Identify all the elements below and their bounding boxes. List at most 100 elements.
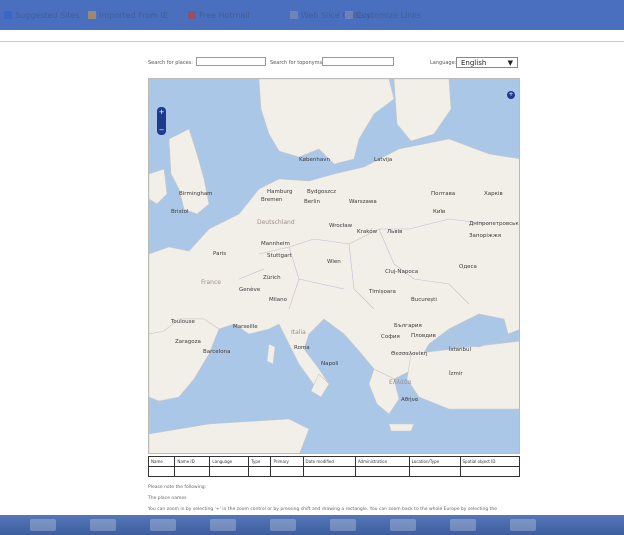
map-label: Wrocław: [329, 223, 353, 229]
column-header: Date modified: [302, 456, 356, 467]
bookmark-label: Free Hotmail: [199, 10, 250, 20]
notes-section: Please note the following: The place nam…: [148, 482, 528, 515]
map-label: София: [381, 334, 400, 340]
page-icon: [345, 11, 353, 19]
map-label: Київ: [433, 209, 446, 215]
column-header: Language: [209, 456, 250, 467]
map-label: Latvija: [374, 157, 393, 163]
map-label: Αθήνα: [401, 397, 419, 403]
taskbar-button[interactable]: [150, 519, 176, 531]
toponyms-search-label: Search for toponyms:: [270, 60, 324, 66]
map-label: Пловдив: [411, 333, 436, 339]
map-view[interactable]: + − + København Latvija Hamburg Bremen B…: [148, 78, 520, 454]
map-label: Одеса: [459, 264, 477, 270]
map-label: Toulouse: [171, 319, 195, 325]
map-label: Paris: [213, 251, 227, 257]
page-icon: [290, 11, 298, 19]
map-label: Kraków: [357, 229, 378, 235]
taskbar-button[interactable]: [90, 519, 116, 531]
column-header: Administration: [354, 456, 410, 467]
map-label: България: [394, 323, 422, 329]
bookmark-label: Suggested Sites: [15, 10, 80, 20]
taskbar-button[interactable]: [390, 519, 416, 531]
column-header: Name ID: [174, 456, 211, 467]
notes-heading: Please note the following:: [148, 485, 207, 490]
map-label: Bristol: [171, 209, 189, 215]
language-select[interactable]: English ▼: [456, 57, 518, 68]
map-label: Italia: [291, 329, 306, 336]
map-label: Roma: [294, 345, 310, 351]
search-toolbar: Search for places: Search for toponyms: …: [148, 57, 520, 69]
map-label: Полтава: [431, 191, 456, 197]
map-label: Genève: [239, 287, 261, 293]
places-search-input[interactable]: [196, 57, 266, 66]
map-label: Berlin: [304, 199, 320, 205]
header-divider: [0, 41, 624, 42]
map-label: Deutschland: [257, 219, 295, 226]
taskbar-button[interactable]: [510, 519, 536, 531]
taskbar: [0, 515, 624, 535]
map-label: Θεσσαλονίκη: [391, 351, 428, 357]
bookmark-free-hotmail[interactable]: Free Hotmail: [188, 10, 250, 20]
toponyms-search-input[interactable]: [322, 57, 394, 66]
column-header: Primary: [270, 456, 304, 467]
taskbar-button[interactable]: [270, 519, 296, 531]
column-header: Location/Type: [408, 456, 461, 467]
language-label: Language:: [430, 60, 457, 66]
layer-switcher-button[interactable]: +: [507, 91, 515, 99]
language-selected-value: English: [461, 58, 487, 67]
column-header: Type: [248, 456, 272, 467]
map-label: Barcelona: [203, 349, 231, 355]
map-label: France: [201, 279, 221, 286]
table-row: [147, 466, 520, 477]
map-label: Hamburg: [267, 189, 293, 195]
taskbar-button[interactable]: [450, 519, 476, 531]
places-search-label: Search for places:: [148, 60, 193, 66]
column-header: Spatial object ID: [459, 456, 520, 467]
ie-page-icon: [4, 11, 12, 19]
taskbar-button[interactable]: [210, 519, 236, 531]
map-label: Warszawa: [349, 199, 377, 205]
map-label: Ελλάδα: [389, 379, 412, 386]
bookmark-imported-from-ie[interactable]: Imported From IE: [88, 10, 168, 20]
zoom-control: + −: [157, 107, 166, 135]
map-label: Запоріжжя: [469, 233, 502, 239]
map-label: Дніпропетровськ: [469, 221, 519, 227]
map-label: Cluj-Napoca: [385, 269, 419, 275]
map-label: București: [411, 297, 437, 303]
map-label: Stuttgart: [267, 253, 292, 259]
map-label: İstanbul: [449, 347, 472, 353]
zoom-in-button[interactable]: +: [159, 108, 165, 116]
bookmarks-bar: Suggested Sites Imported From IE Free Ho…: [0, 0, 624, 30]
folder-icon: [88, 11, 96, 19]
table-header-row: Name Name ID Language Type Primary Date …: [147, 456, 520, 467]
chevron-down-icon: ▼: [507, 58, 513, 67]
taskbar-button[interactable]: [330, 519, 356, 531]
notes-line: You can zoom in by selecting '+' in the …: [148, 507, 498, 512]
column-header: Name: [147, 456, 176, 467]
map-label: Bydgoszcz: [307, 189, 337, 195]
map-label: Львів: [387, 229, 403, 235]
map-label: Zaragoza: [175, 339, 201, 345]
bookmark-label: Customize Links: [356, 10, 422, 20]
results-table: Name Name ID Language Type Primary Date …: [147, 456, 520, 477]
bookmark-label: Imported From IE: [99, 10, 168, 20]
map-label: Zürich: [263, 275, 281, 281]
map-label: İzmir: [449, 371, 463, 377]
bookmark-customize-links[interactable]: Customize Links: [345, 10, 421, 20]
msn-icon: [188, 11, 196, 19]
map-label: Birmingham: [179, 191, 213, 197]
map-label: Mannheim: [261, 241, 290, 247]
map-label: Bremen: [261, 197, 283, 203]
notes-line: The place names: [148, 496, 187, 501]
map-label: Marseille: [233, 324, 258, 330]
taskbar-button[interactable]: [30, 519, 56, 531]
map-label: København: [299, 157, 330, 163]
map-label: Timișoara: [369, 289, 396, 295]
map-label: Wien: [327, 259, 341, 265]
map-label: Харків: [484, 191, 503, 197]
map-label: Napoli: [321, 361, 339, 367]
zoom-out-button[interactable]: −: [159, 126, 165, 134]
bookmark-suggested-sites[interactable]: Suggested Sites: [4, 10, 80, 20]
map-label: Milano: [269, 297, 288, 303]
